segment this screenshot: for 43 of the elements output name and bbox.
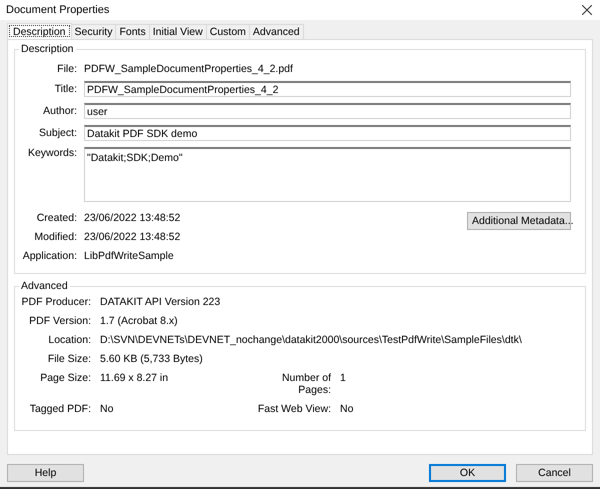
property-label: Number of Pages: — [280, 372, 332, 396]
dialog-button[interactable]: OK — [429, 464, 506, 482]
group-legend: Description — [19, 43, 76, 55]
additional-metadata-button[interactable]: Additional Metadata... — [467, 212, 571, 230]
field-value: LibPdfWriteSample — [84, 250, 174, 262]
property-label: Location: — [47, 334, 92, 346]
group-legend: Advanced — [19, 280, 70, 292]
field-value: 23/06/2022 13:48:52 — [84, 212, 180, 224]
dialog-button[interactable]: Help — [7, 464, 84, 482]
field-label: Created: — [36, 212, 78, 224]
dialog-button[interactable]: Cancel — [516, 464, 593, 482]
property-value: 1.7 (Acrobat 8.x) — [100, 315, 178, 327]
property-label: Tagged PDF: — [28, 403, 92, 415]
property-label: File Size: — [46, 353, 92, 365]
property-value: No — [100, 403, 114, 415]
input-field[interactable]: user — [84, 103, 571, 119]
field-label: Modified: — [33, 231, 78, 243]
field-label: Author: — [42, 105, 78, 117]
property-value: No — [340, 403, 354, 415]
tab[interactable]: Security — [70, 24, 116, 39]
property-label: PDF Version: — [28, 315, 92, 327]
input-field[interactable]: Datakit PDF SDK demo — [84, 125, 571, 141]
close-icon[interactable] — [582, 5, 592, 15]
file-name: PDFW_SampleDocumentProperties_4_2.pdf — [84, 63, 293, 75]
input-field[interactable]: PDFW_SampleDocumentProperties_4_2 — [84, 81, 571, 97]
field-label: Title: — [54, 83, 78, 95]
window-title: Document Properties — [6, 4, 110, 16]
property-value: 11.69 x 8.27 in — [100, 372, 168, 386]
property-value: 1 — [340, 372, 346, 386]
property-label: Fast Web View: — [256, 403, 332, 415]
property-label: PDF Producer: — [20, 296, 92, 308]
keywords-field[interactable]: "Datakit;SDK;Demo" — [84, 147, 571, 202]
property-value: 5.60 KB (5,733 Bytes) — [100, 353, 203, 365]
property-label: Page Size: — [39, 372, 92, 386]
property-value: DATAKIT API Version 223 — [100, 296, 220, 308]
property-value: D:\SVN\DEVNETs\DEVNET_nochange\datakit2000\sources\TestPdfWrite\SampleFiles\dtk\ — [100, 334, 522, 346]
field-label: Subject: — [38, 127, 78, 139]
field-label: File: — [56, 63, 78, 75]
field-label: Application: — [22, 250, 78, 262]
tab[interactable]: Description — [7, 23, 72, 39]
field-value: 23/06/2022 13:48:52 — [84, 231, 180, 243]
field-label: Keywords: — [26, 147, 78, 159]
tab[interactable]: Advanced — [248, 24, 304, 39]
